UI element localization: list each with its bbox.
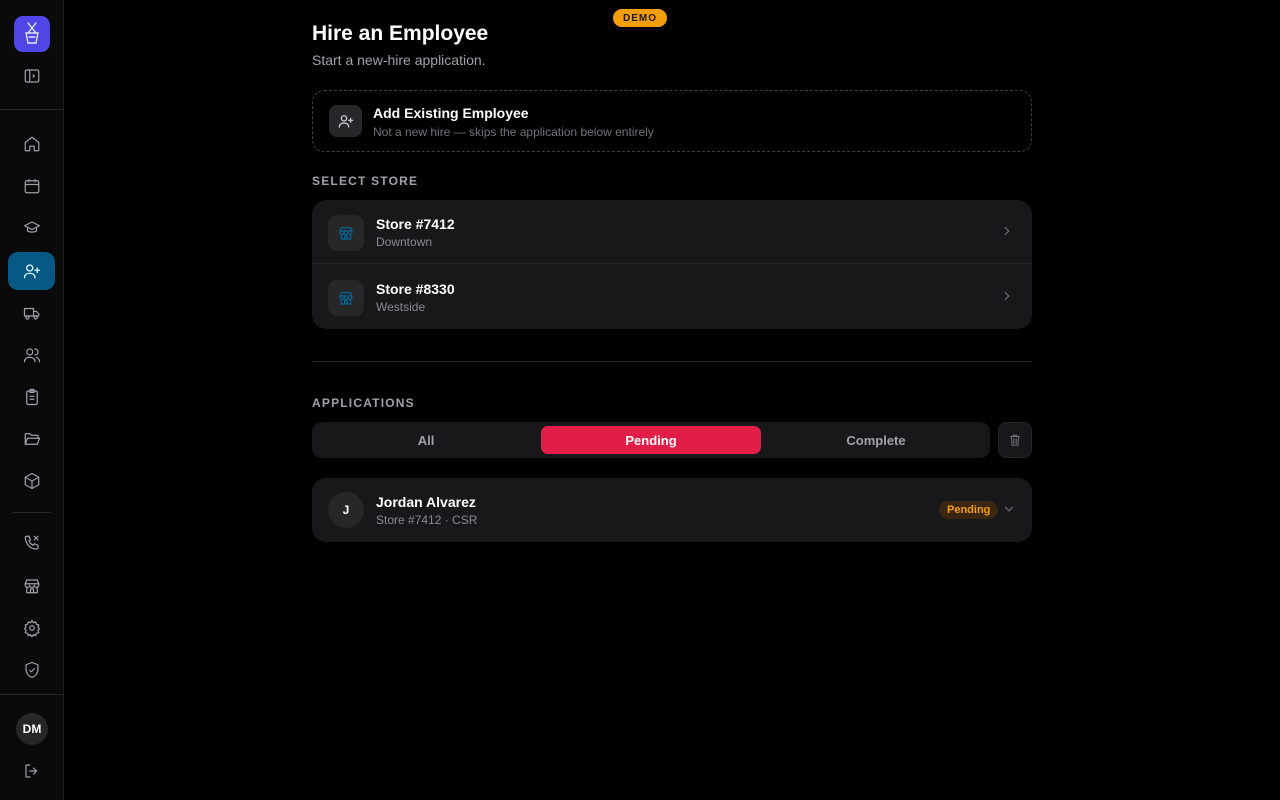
collapse-sidebar-button[interactable] bbox=[8, 57, 55, 95]
nav-checklists[interactable] bbox=[8, 378, 55, 416]
store-row[interactable]: Store #7412 Downtown bbox=[312, 200, 1032, 264]
package-icon bbox=[24, 472, 39, 490]
store-list: Store #7412 Downtown Store #8330 Westsid… bbox=[312, 200, 1032, 329]
nav-callouts[interactable] bbox=[8, 524, 55, 562]
users-icon bbox=[23, 348, 40, 363]
tab-complete[interactable]: Complete bbox=[766, 426, 986, 454]
graduation-cap-icon bbox=[23, 221, 40, 233]
user-avatar[interactable]: DM bbox=[16, 713, 48, 745]
chevron-right-icon bbox=[1004, 226, 1010, 236]
tab-pending[interactable]: Pending bbox=[541, 426, 761, 454]
nav-security[interactable] bbox=[8, 651, 55, 689]
store-location: Downtown bbox=[376, 235, 433, 249]
user-plus-icon bbox=[329, 105, 362, 137]
page-subtitle: Start a new-hire application. bbox=[312, 52, 486, 68]
status-badge: Pending bbox=[939, 501, 999, 519]
sidebar-divider bbox=[12, 512, 51, 513]
add-existing-subtitle: Not a new hire — skips the application b… bbox=[373, 125, 654, 139]
sidebar-divider bbox=[0, 694, 63, 695]
nav-inventory[interactable] bbox=[8, 462, 55, 500]
truck-icon bbox=[23, 307, 39, 320]
folder-open-icon bbox=[24, 433, 40, 445]
tab-all[interactable]: All bbox=[316, 426, 536, 454]
applicant-name: Jordan Alvarez bbox=[376, 494, 476, 510]
application-filter-tabs: All Pending Complete bbox=[312, 422, 990, 458]
sidebar-toggle-icon bbox=[24, 69, 39, 83]
applicant-meta: Store #7412 · CSR bbox=[376, 513, 478, 527]
demo-badge: DEMO bbox=[613, 9, 667, 27]
nav-team[interactable] bbox=[8, 336, 55, 374]
settings-icon bbox=[23, 619, 40, 637]
nav-home[interactable] bbox=[8, 125, 55, 163]
calendar-icon bbox=[24, 179, 39, 194]
add-existing-title: Add Existing Employee bbox=[373, 105, 529, 121]
chevron-right-icon bbox=[1004, 291, 1010, 301]
user-plus-icon bbox=[23, 264, 40, 279]
phone-x-icon bbox=[24, 535, 39, 550]
nav-training[interactable] bbox=[8, 209, 55, 247]
applications-label: APPLICATIONS bbox=[312, 396, 415, 410]
sidebar-divider bbox=[0, 109, 63, 110]
nav-deliveries[interactable] bbox=[8, 294, 55, 332]
logout-icon bbox=[24, 764, 37, 778]
trash-icon bbox=[1009, 434, 1021, 446]
store-icon bbox=[328, 280, 364, 316]
clipboard-icon bbox=[25, 388, 38, 406]
page-title: Hire an Employee bbox=[312, 22, 489, 45]
select-store-label: SELECT STORE bbox=[312, 174, 419, 188]
logo-icon bbox=[25, 22, 39, 44]
nav-calendar[interactable] bbox=[8, 167, 55, 205]
store-name: Store #7412 bbox=[376, 216, 455, 232]
sidebar: DM bbox=[0, 0, 64, 800]
store-location: Westside bbox=[376, 300, 426, 314]
applicant-avatar: J bbox=[328, 492, 364, 528]
delete-button[interactable] bbox=[998, 422, 1032, 458]
nav-stores[interactable] bbox=[8, 567, 55, 605]
shield-check-icon bbox=[24, 661, 39, 679]
logout-button[interactable] bbox=[8, 752, 55, 790]
application-row[interactable]: J Jordan Alvarez Store #7412 · CSR Pendi… bbox=[312, 478, 1032, 542]
home-icon bbox=[24, 136, 39, 152]
chevron-down-icon[interactable] bbox=[1002, 502, 1016, 516]
nav-hire[interactable] bbox=[8, 252, 55, 290]
nav-settings[interactable] bbox=[8, 609, 55, 647]
app-logo[interactable] bbox=[14, 16, 50, 52]
store-icon bbox=[328, 215, 364, 251]
nav-documents[interactable] bbox=[8, 420, 55, 458]
section-divider bbox=[312, 361, 1032, 362]
store-name: Store #8330 bbox=[376, 281, 455, 297]
add-existing-employee-card[interactable]: Add Existing Employee Not a new hire — s… bbox=[312, 90, 1032, 152]
store-icon bbox=[24, 579, 39, 594]
store-row[interactable]: Store #8330 Westside bbox=[312, 265, 1032, 329]
